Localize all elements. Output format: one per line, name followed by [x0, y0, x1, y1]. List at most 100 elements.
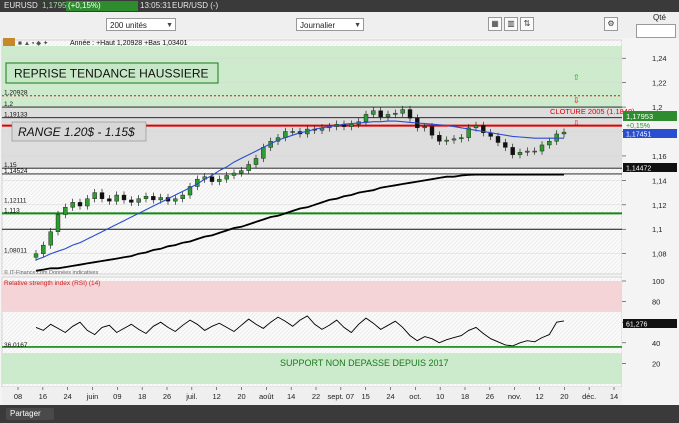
x-tick-label: 14	[610, 392, 618, 401]
candle-body	[70, 202, 75, 208]
period-select[interactable]: Journalier ▼	[296, 18, 364, 31]
candle-body	[92, 192, 97, 199]
period-value: Journalier	[300, 21, 336, 30]
candle-body	[400, 109, 405, 114]
candle-body	[41, 244, 46, 254]
candle-body	[547, 141, 552, 146]
y-tick-label: 1,14	[652, 176, 667, 185]
rsi-tick-label: 100	[652, 277, 665, 286]
x-tick-label: 18	[461, 392, 469, 401]
x-tick-label: 22	[312, 392, 320, 401]
x-tick-label: 20	[560, 392, 568, 401]
toolbar-icons[interactable]: ■ ▲ ▪ ◆ ✦	[18, 39, 49, 47]
candle-body	[261, 147, 266, 159]
x-tick-label: sept. 07	[327, 392, 354, 401]
quantity-select[interactable]: 200 unités ▼	[106, 18, 176, 31]
x-tick-label: 09	[113, 392, 121, 401]
settings-icon[interactable]: ⚙	[604, 17, 618, 31]
level-label: 1,2	[4, 101, 13, 108]
rsi-support-tag: 36,0167	[4, 342, 28, 349]
y-tick-label: 1,24	[652, 54, 667, 63]
x-tick-label: 15	[361, 392, 369, 401]
price-chart: 1,241,221,21,181,161,141,121,11,08 10080…	[0, 38, 679, 405]
x-tick-label: nov.	[508, 392, 522, 401]
candle-body	[33, 253, 39, 258]
candle-body	[239, 170, 244, 174]
candle-body	[525, 150, 530, 153]
candle-body	[151, 196, 156, 201]
candle-body	[363, 114, 369, 122]
range-text: RANGE 1.20$ - 1.15$	[18, 125, 135, 139]
change-badge: (+0,15%)	[66, 1, 138, 11]
arrow-down-icon: ⇩	[573, 119, 580, 128]
support-text: SUPPORT NON DEPASSE DEPUIS 2017	[280, 358, 449, 368]
x-tick-label: déc.	[582, 392, 596, 401]
level-label: 1,08011	[4, 248, 27, 255]
candle-body	[253, 158, 259, 165]
candle-body	[136, 198, 141, 203]
level-label: 1,12111	[4, 197, 27, 204]
candle-body	[224, 175, 229, 180]
change-pct: (+0,15%)	[68, 1, 101, 10]
candle-body	[173, 198, 178, 202]
candle-body	[85, 198, 90, 207]
quantity-input[interactable]	[636, 24, 676, 38]
arrow-down-icon: ⇩	[573, 96, 580, 105]
ma-tag: 1,17451	[623, 129, 677, 139]
candle-body	[217, 178, 222, 182]
candle-body	[231, 172, 237, 176]
level-label: 1,14524	[4, 168, 28, 175]
candle-body	[121, 194, 127, 201]
toolbar: 200 unités ▼ Journalier ▼ ▦ ▥ ⇅ ⚙ Qté	[0, 12, 679, 39]
candle-body	[129, 199, 134, 203]
candle-body	[503, 142, 508, 148]
candle-body	[473, 125, 479, 129]
candle-body	[385, 114, 391, 118]
x-tick-label: juil.	[185, 392, 197, 401]
x-tick-label: oct.	[409, 392, 421, 401]
level-label: 1,19133	[4, 112, 28, 119]
candle-body	[114, 194, 119, 202]
candle-body	[532, 150, 537, 153]
arrow-up-icon: ⇧	[573, 73, 580, 82]
reprise-text: REPRISE TENDANCE HAUSSIERE	[14, 67, 209, 81]
candle-body	[246, 164, 251, 171]
indicator-badge[interactable]	[3, 38, 15, 46]
chart-type-icon[interactable]: ▥	[504, 17, 518, 31]
x-tick-label: 20	[237, 392, 245, 401]
candle-body	[459, 137, 464, 140]
candle-body	[495, 136, 501, 143]
compare-icon[interactable]: ⇅	[520, 17, 534, 31]
candle-body	[422, 126, 427, 129]
svg-text:61,276: 61,276	[626, 322, 648, 329]
y-tick-label: 1,1	[652, 225, 662, 234]
candle-body	[437, 134, 442, 142]
x-tick-label: 08	[14, 392, 22, 401]
grid-icon[interactable]: ▦	[488, 17, 502, 31]
y-tick-label: 1,2	[652, 103, 662, 112]
y-tick-label: 1,12	[652, 201, 667, 210]
candle-body	[77, 202, 83, 207]
title-bar: EURUSD 1,17953 (+0,15%) 13:05:31 EUR/USD…	[0, 0, 679, 12]
svg-text:1,14472: 1,14472	[626, 166, 651, 173]
share-button[interactable]: Partager	[6, 408, 54, 420]
y-tick-label: 1,08	[652, 250, 667, 259]
last-price-tag: 1,17953	[623, 111, 677, 121]
y-tick-label: 1,16	[652, 152, 667, 161]
candle-body	[290, 131, 295, 133]
chevron-down-icon: ▼	[166, 22, 173, 29]
candle-body	[517, 152, 523, 155]
x-tick-label: 24	[386, 392, 394, 401]
x-tick-label: 10	[436, 392, 444, 401]
rsi-current-tag: 61,276	[623, 319, 677, 329]
x-tick-label: 24	[63, 392, 71, 401]
x-tick-label: 26	[163, 392, 171, 401]
svg-text:1,17451: 1,17451	[626, 132, 651, 139]
candle-body	[55, 214, 61, 232]
x-tick-label: 14	[287, 392, 295, 401]
x-tick-label: 26	[486, 392, 494, 401]
x-tick-label: août	[259, 392, 275, 401]
candle-body	[451, 138, 457, 141]
candle-body	[561, 131, 567, 135]
candle-body	[107, 198, 112, 202]
